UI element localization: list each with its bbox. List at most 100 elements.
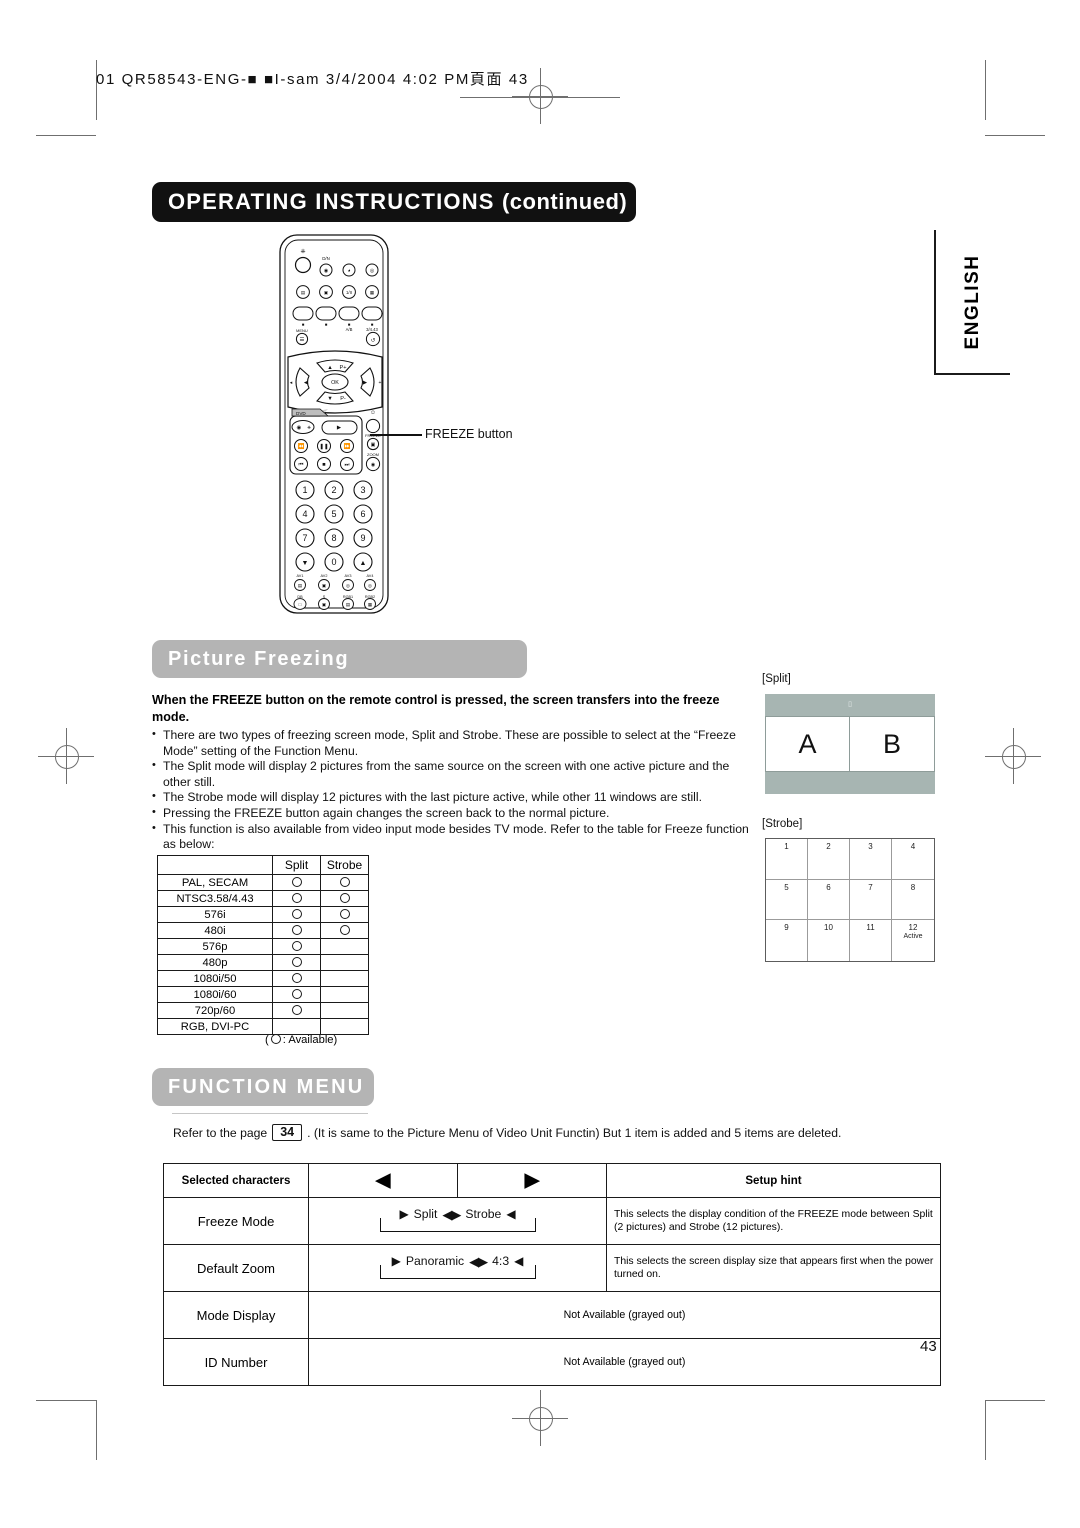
svg-text:OK: OK xyxy=(331,380,339,386)
table-row: 480i xyxy=(157,922,369,939)
table-row: 480p xyxy=(157,954,369,971)
toggle-cycle-diagram: ▶ Panoramic ◀▶ 4:3 ◀ xyxy=(358,1248,558,1288)
cell-mode: PAL, SECAM xyxy=(157,874,273,891)
page-title-bar: OPERATING INSTRUCTIONS (continued) xyxy=(152,182,636,222)
cell-setting-name: Mode Display xyxy=(163,1291,309,1339)
svg-text:▶: ▶ xyxy=(363,380,368,386)
available-dot-icon xyxy=(291,956,302,967)
refer-page-number: 34 xyxy=(272,1124,303,1141)
cell-split xyxy=(272,1002,321,1019)
right-arrow-icon: ▶ xyxy=(524,1170,540,1191)
cell-split xyxy=(272,906,321,923)
svg-text:9: 9 xyxy=(360,533,365,543)
table-row: NTSC3.58/4.43 xyxy=(157,890,369,907)
cell-strobe xyxy=(320,874,369,891)
column-header-split: Split xyxy=(272,855,321,875)
svg-text:▤: ▤ xyxy=(301,290,305,295)
cell-not-available: Not Available (grayed out) xyxy=(308,1291,941,1339)
svg-text:□: □ xyxy=(299,602,302,607)
svg-text:⏮: ⏮ xyxy=(298,462,303,468)
svg-text:⎈: ⎈ xyxy=(301,249,306,255)
cell-split xyxy=(272,874,321,891)
freeze-availability-body: PAL, SECAM NTSC3.58/4.43 576i 480i 576p 480p 1… xyxy=(157,874,369,1035)
freeze-availability-table: Split Strobe PAL, SECAM NTSC3.58/4.43 576i… xyxy=(157,855,369,1035)
svg-text:◀: ◀ xyxy=(304,380,309,386)
cell-strobe xyxy=(320,890,369,907)
table-row: 576i xyxy=(157,906,369,923)
split-pane-b: B xyxy=(850,716,935,772)
svg-text:▤: ▤ xyxy=(298,583,303,588)
column-header-mode xyxy=(157,855,273,875)
left-arrow-icon: ◀ xyxy=(375,1170,391,1191)
cell-toggle-cycle: ▶ Split ◀▶ Strobe ◀ xyxy=(308,1197,607,1245)
svg-text:↺: ↺ xyxy=(371,337,376,344)
strobe-cell-number: 12 xyxy=(908,923,918,933)
table-row: 1080i/50 xyxy=(157,970,369,987)
freeze-button-callout: FREEZE button xyxy=(425,427,513,441)
strobe-cell-number: 10 xyxy=(824,923,833,933)
strobe-cell: 7 xyxy=(850,879,892,921)
column-header-right-arrow: ▶ xyxy=(457,1163,607,1198)
cell-mode: NTSC3.58/4.43 xyxy=(157,890,273,907)
section-header-function-menu-label: FUNCTION MENU xyxy=(168,1075,365,1098)
svg-text:AV3: AV3 xyxy=(345,574,352,578)
strobe-cell-number: 5 xyxy=(784,882,789,892)
strobe-cell: 3 xyxy=(850,839,892,880)
strobe-cell: 11 xyxy=(850,920,892,961)
cell-split xyxy=(272,938,321,955)
remote-zoom-label: ZOOM xyxy=(367,452,379,457)
svg-text:⏭: ⏭ xyxy=(344,462,349,468)
cell-not-available: Not Available (grayed out) xyxy=(308,1338,941,1386)
remote-dn-label: D/N xyxy=(322,256,330,261)
svg-text:⏩: ⏩ xyxy=(344,442,351,450)
available-dot-icon xyxy=(291,876,302,887)
legend-text: : Available) xyxy=(282,1034,338,1046)
svg-text:☰: ☰ xyxy=(300,336,305,343)
refer-prefix: Refer to the page xyxy=(173,1125,268,1140)
cell-strobe xyxy=(320,954,369,971)
svg-text:◉: ◉ xyxy=(371,462,376,468)
freeze-availability-legend: (: Available) xyxy=(265,1034,337,1046)
available-dot-icon xyxy=(339,924,350,935)
available-dot-icon xyxy=(291,924,302,935)
strobe-cell: 4 xyxy=(892,839,934,880)
cell-setup-hint: This selects the screen display size tha… xyxy=(606,1244,941,1292)
crop-mark-top-right-v xyxy=(985,60,986,120)
page-title-main: OPERATING INSTRUCTIONS xyxy=(168,189,495,214)
svg-text:+: + xyxy=(379,380,382,386)
split-diagram-label: [Split] xyxy=(762,673,791,685)
svg-text:⏪: ⏪ xyxy=(298,442,305,450)
remote-dvd-label: DVD xyxy=(296,411,306,416)
cell-strobe xyxy=(320,986,369,1003)
registration-mark-left xyxy=(38,728,94,784)
strobe-cell-number: 4 xyxy=(910,842,916,851)
column-header-strobe: Strobe xyxy=(320,855,369,875)
svg-text:▶: ▶ xyxy=(337,425,342,431)
table-row: Default Zoom ▶ Panoramic ◀▶ 4:3 ◀ This selects… xyxy=(163,1244,941,1292)
cell-mode: RGB, DVI-PC xyxy=(157,1018,273,1035)
svg-text:▼: ▼ xyxy=(327,396,333,402)
svg-text:AV2: AV2 xyxy=(321,574,328,578)
page-title-suffix: (continued) xyxy=(501,189,628,214)
column-header-selected-characters: Selected characters xyxy=(163,1163,309,1198)
crop-mark-bottom-left-v xyxy=(96,1400,97,1460)
page-number: 43 xyxy=(920,1338,937,1355)
picture-freezing-bullet-list: There are two types of freezing screen m… xyxy=(152,727,752,853)
cell-mode: 1080i/60 xyxy=(157,986,273,1003)
cell-strobe xyxy=(320,970,369,987)
toggle-cycle-diagram: ▶ Split ◀▶ Strobe ◀ xyxy=(358,1201,558,1241)
svg-text:▲: ▲ xyxy=(360,560,367,567)
cell-split xyxy=(272,954,321,971)
svg-text:☺: ☺ xyxy=(370,410,376,416)
strobe-cell-number: 9 xyxy=(784,923,789,933)
cell-split xyxy=(272,986,321,1003)
crop-mark-top-left xyxy=(36,135,96,136)
strobe-cell-number: 7 xyxy=(868,882,873,892)
svg-text:AV4: AV4 xyxy=(367,574,374,578)
available-dot-icon xyxy=(339,876,350,887)
split-diagram-panes: A B xyxy=(765,716,935,772)
cell-strobe xyxy=(320,922,369,939)
svg-text:AV1: AV1 xyxy=(297,574,304,578)
svg-text:◎: ◎ xyxy=(370,268,375,274)
split-diagram: ▯ A B xyxy=(765,694,935,794)
